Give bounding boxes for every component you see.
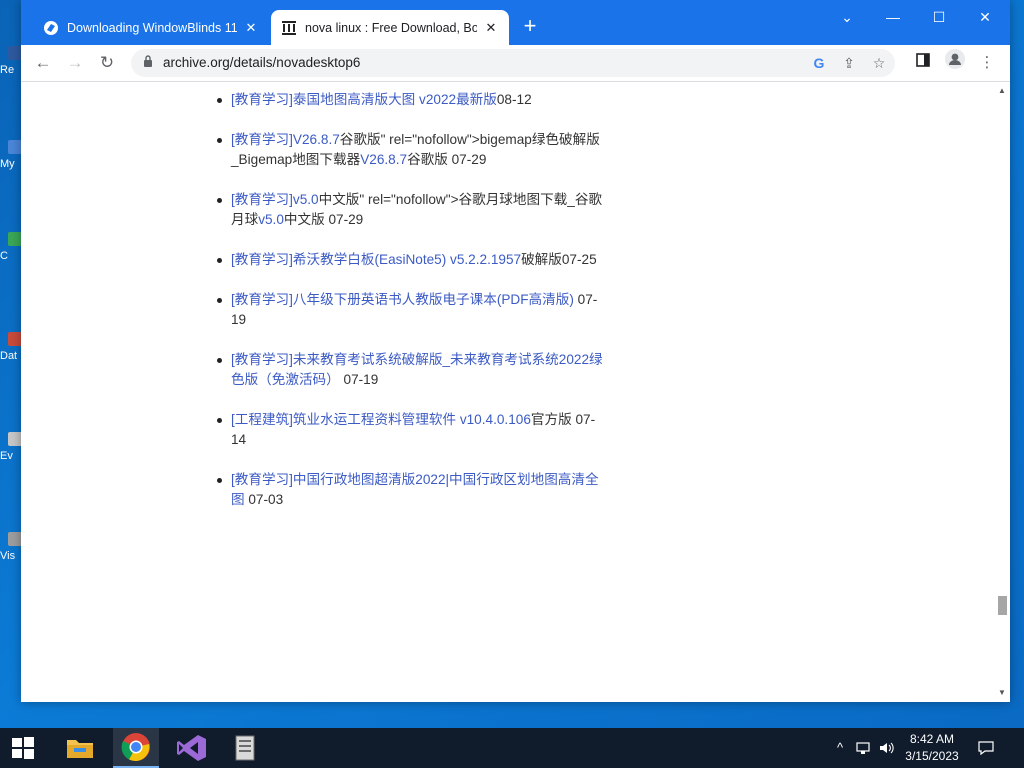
menu-icon[interactable]: ⋮ xyxy=(973,49,1001,77)
page-scrollbar[interactable]: ▲ ▼ xyxy=(994,82,1010,702)
desktop-icon-my-computer[interactable]: My xyxy=(0,140,22,170)
desktop-icon-event[interactable]: Ev xyxy=(0,432,22,462)
archive-org-icon xyxy=(281,20,297,36)
star-icon[interactable]: ☆ xyxy=(868,53,890,73)
maximize-button[interactable]: ☐ xyxy=(916,0,962,34)
desktop-icon-data[interactable]: Dat xyxy=(0,332,22,362)
list-item: [教育学习]中国行政地图超清版2022|中国行政区划地图高清全图 07-03 xyxy=(213,470,603,510)
tab-strip: Downloading WindowBlinds 11 - ✕ nova lin… xyxy=(21,0,1010,45)
scrollbar-thumb[interactable] xyxy=(998,596,1007,615)
share-icon[interactable]: ⇪ xyxy=(838,53,860,73)
clock-date: 3/15/2023 xyxy=(905,749,959,763)
taskbar-document[interactable] xyxy=(223,728,269,768)
url-text[interactable]: archive.org/details/novadesktop6 xyxy=(163,55,360,70)
item-link[interactable]: [教育学习]v5.0 xyxy=(231,192,319,207)
tab-title: nova linux : Free Download, Borr xyxy=(305,20,477,35)
item-link[interactable]: V26.8.7 xyxy=(360,152,407,167)
scroll-up-icon[interactable]: ▲ xyxy=(998,86,1006,95)
start-icon xyxy=(12,737,34,759)
list-item: [教育学习]V26.8.7谷歌版" rel="nofollow">bigemap… xyxy=(213,130,603,170)
start-button[interactable] xyxy=(0,728,46,768)
close-tab-icon[interactable]: ✕ xyxy=(483,20,499,36)
browser-window: Downloading WindowBlinds 11 - ✕ nova lin… xyxy=(21,0,1010,702)
desktop-icon-recycle-bin[interactable]: Re xyxy=(0,46,22,76)
new-tab-button[interactable]: + xyxy=(517,14,543,40)
document-icon xyxy=(235,735,255,761)
recycle-bin-icon xyxy=(8,46,22,60)
list-item: [教育学习]泰国地图高清版大图 v2022最新版08-12 xyxy=(213,90,603,110)
clock-time: 8:42 AM xyxy=(909,732,955,746)
system-clock[interactable]: 8:42 AM 3/15/2023 xyxy=(900,731,964,765)
item-link[interactable]: [教育学习]V26.8.7 xyxy=(231,132,340,147)
desktop-icon-app-c[interactable]: C xyxy=(0,232,22,262)
minimize-button[interactable]: — xyxy=(870,0,916,34)
page-content: [教育学习]泰国地图高清版大图 v2022最新版08-12 [教育学习]V26.… xyxy=(21,82,994,702)
computer-icon xyxy=(8,140,22,154)
volume-icon[interactable] xyxy=(876,728,898,768)
item-link[interactable]: v5.0 xyxy=(258,212,284,227)
item-link[interactable]: [教育学习]希沃教学白板(EasiNote5) v5.2.2.1957 xyxy=(231,252,521,267)
lock-icon[interactable] xyxy=(143,55,153,70)
database-icon xyxy=(8,332,22,346)
item-link[interactable]: [教育学习]中国行政地图超清版2022|中国行政区划地图高清全图 xyxy=(231,472,599,507)
stardock-icon xyxy=(43,20,59,36)
reload-button[interactable]: ↻ xyxy=(93,49,121,77)
file-explorer-icon xyxy=(67,740,93,758)
browser-toolbar: ← → ↻ archive.org/details/novadesktop6 G… xyxy=(21,45,1010,82)
close-window-button[interactable]: ✕ xyxy=(962,0,1008,34)
taskbar: ^ 8:42 AM 3/15/2023 xyxy=(0,728,1024,768)
article-list: [教育学习]泰国地图高清版大图 v2022最新版08-12 [教育学习]V26.… xyxy=(213,90,603,530)
side-panel-icon[interactable] xyxy=(909,49,937,77)
item-link[interactable]: [教育学习]八年级下册英语书人教版电子课本(PDF高清版) xyxy=(231,292,574,307)
address-bar[interactable]: archive.org/details/novadesktop6 G ⇪ ☆ xyxy=(131,49,895,77)
tab-search-button[interactable]: ⌄ xyxy=(824,0,870,34)
visual-studio-shortcut-icon xyxy=(8,532,22,546)
notifications-icon[interactable] xyxy=(972,728,1000,768)
list-item: [教育学习]v5.0中文版" rel="nofollow">谷歌月球地图下载_谷… xyxy=(213,190,603,230)
list-item: [工程建筑]筑业水运工程资料管理软件 v10.4.0.106官方版 07-14 xyxy=(213,410,603,450)
tray-overflow-chevron[interactable]: ^ xyxy=(830,728,850,768)
close-tab-icon[interactable]: ✕ xyxy=(243,20,259,36)
item-link[interactable]: [工程建筑]筑业水运工程资料管理软件 v10.4.0.106 xyxy=(231,412,531,427)
scroll-down-icon[interactable]: ▼ xyxy=(998,688,1006,697)
desktop-icon-visual-studio[interactable]: Vis xyxy=(0,532,22,562)
list-item: [教育学习]未来教育考试系统破解版_未来教育考试系统2022绿色版（免激活码） … xyxy=(213,350,603,390)
item-link[interactable]: [教育学习]未来教育考试系统破解版_未来教育考试系统2022绿色版（免激活码） xyxy=(231,352,603,387)
taskbar-visual-studio[interactable] xyxy=(169,728,215,768)
network-icon[interactable] xyxy=(852,728,874,768)
taskbar-file-explorer[interactable] xyxy=(57,728,103,768)
tab-windowblinds[interactable]: Downloading WindowBlinds 11 - ✕ xyxy=(33,10,269,45)
visual-studio-icon xyxy=(177,735,206,761)
forward-button[interactable]: → xyxy=(61,49,89,77)
chrome-icon xyxy=(121,733,150,762)
taskbar-chrome[interactable] xyxy=(113,728,159,768)
back-button[interactable]: ← xyxy=(29,49,57,77)
item-link[interactable]: [教育学习]泰国地图高清版大图 v2022最新版 xyxy=(231,92,497,107)
event-icon xyxy=(8,432,22,446)
list-item: [教育学习]希沃教学白板(EasiNote5) v5.2.2.1957破解版07… xyxy=(213,250,603,270)
tab-nova-linux[interactable]: nova linux : Free Download, Borr ✕ xyxy=(271,10,509,45)
google-icon[interactable]: G xyxy=(808,53,830,73)
tab-title: Downloading WindowBlinds 11 - xyxy=(67,20,237,35)
list-item: [教育学习]八年级下册英语书人教版电子课本(PDF高清版) 07-19 xyxy=(213,290,603,330)
app-icon xyxy=(8,232,22,246)
profile-icon[interactable] xyxy=(941,49,969,77)
